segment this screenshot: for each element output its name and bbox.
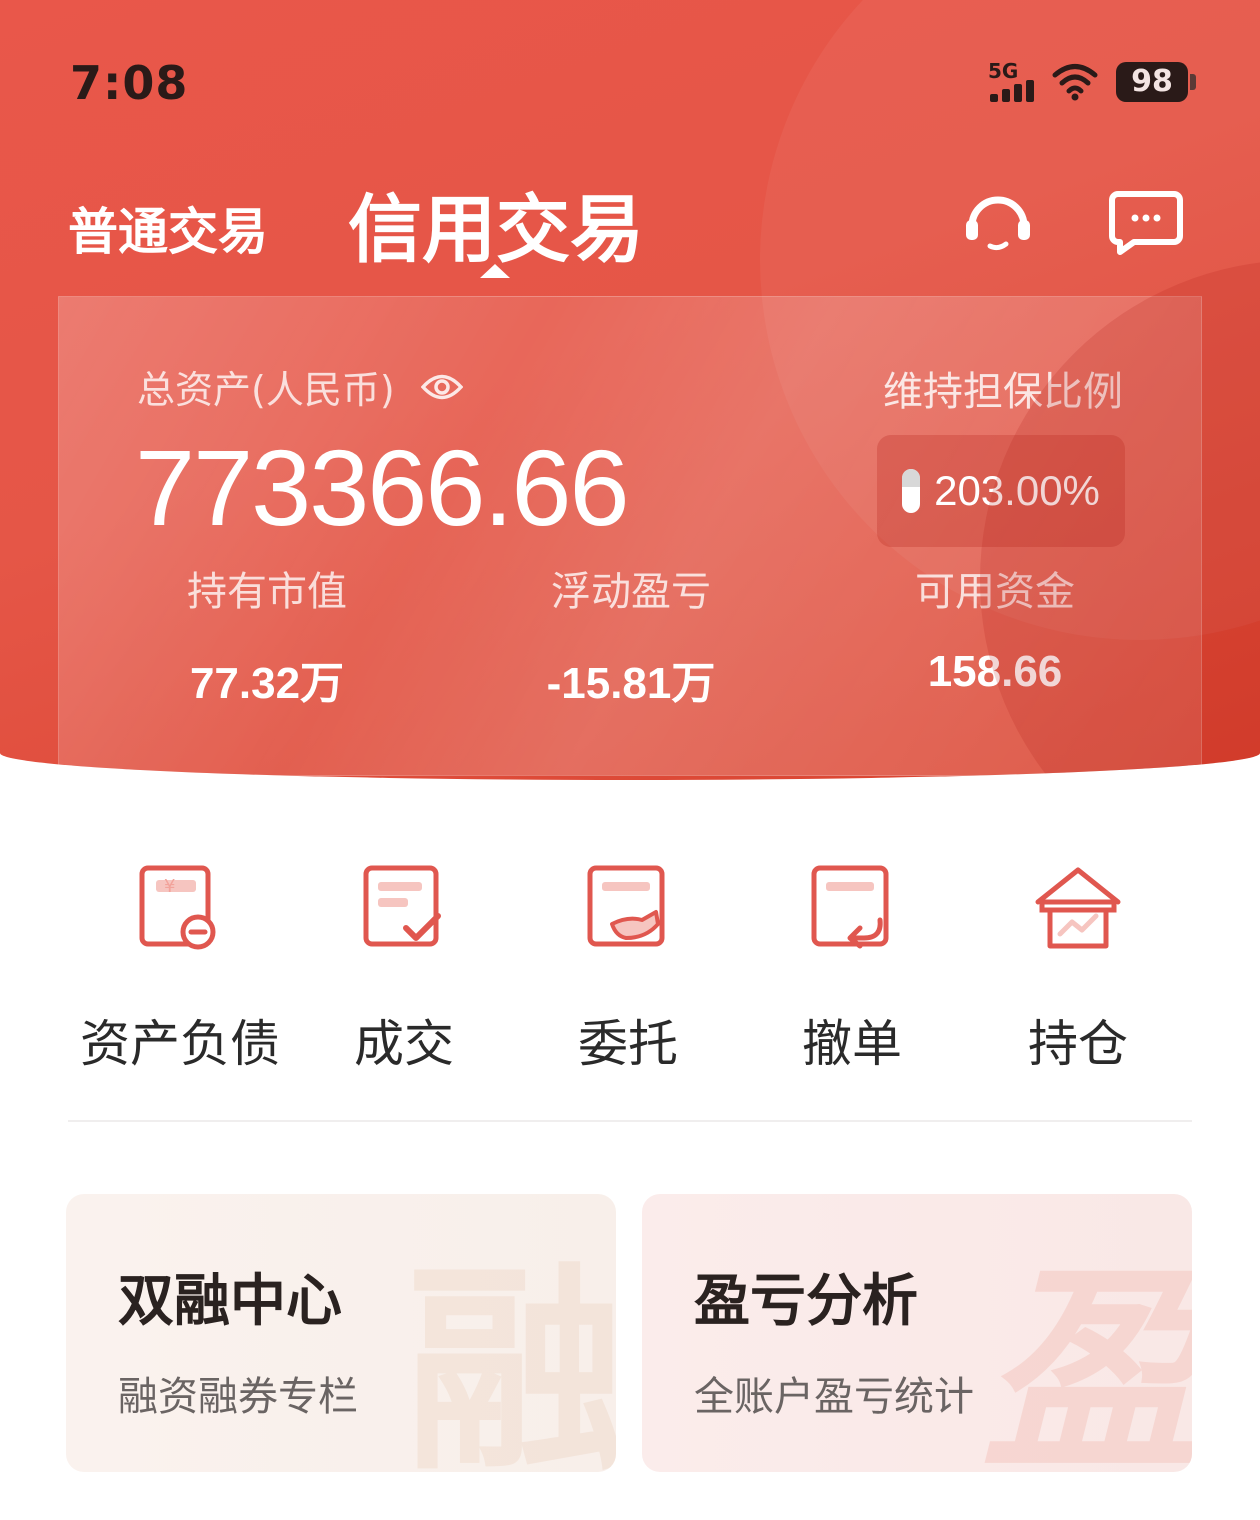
stat-available-funds[interactable]: 可用资金 158.66 xyxy=(845,559,1145,697)
network-type: 5G xyxy=(988,59,1019,83)
action-label: 持仓 xyxy=(1028,1015,1128,1073)
asset-liability-icon: ¥ xyxy=(139,865,216,950)
header-background: 7:08 5G 98 普通交易 信用交易 总资产(人民币) 773366.66 … xyxy=(0,0,1260,780)
stat-label: 浮动盈亏 xyxy=(551,569,711,615)
maintenance-ratio-box[interactable]: 203.00% xyxy=(877,435,1125,547)
action-label: 委托 xyxy=(578,1015,678,1073)
stat-value: -15.81万 xyxy=(546,659,716,708)
deal-check-icon xyxy=(363,865,441,947)
action-label: 成交 xyxy=(354,1015,454,1073)
feature-card-title: 盈亏分析 xyxy=(694,1268,918,1334)
feature-card-title: 双融中心 xyxy=(118,1268,342,1334)
stat-value: 158.66 xyxy=(927,647,1063,696)
action-deal[interactable]: 成交 xyxy=(284,862,524,1076)
tab-normal-trading[interactable]: 普通交易 xyxy=(68,192,268,264)
stat-value: 77.32万 xyxy=(189,659,345,708)
feature-card-dual-finance[interactable]: 融 双融中心 融资融券专栏 xyxy=(66,1194,616,1472)
holding-house-icon xyxy=(1035,867,1121,949)
entrust-hand-icon xyxy=(587,865,665,947)
feature-card-subtitle: 全账户盈亏统计 xyxy=(694,1374,974,1420)
maintenance-ratio-value: 203.00% xyxy=(934,467,1100,514)
action-label: 撤单 xyxy=(802,1015,902,1073)
thermometer-icon xyxy=(902,469,921,513)
stat-label: 持有市值 xyxy=(187,569,347,615)
action-label: 资产负债 xyxy=(80,1015,280,1073)
maintenance-ratio-label: 维持担保比例 xyxy=(883,369,1123,415)
feature-card-subtitle: 融资融券专栏 xyxy=(118,1374,358,1420)
tab-credit-trading[interactable]: 信用交易 xyxy=(348,170,644,277)
total-assets-label-row: 总资产(人民币) xyxy=(137,359,463,414)
total-assets-value: 773366.66 xyxy=(135,427,630,548)
action-cancel-order[interactable]: 撤单 xyxy=(732,862,972,1076)
stat-market-value[interactable]: 持有市值 77.32万 xyxy=(117,559,417,711)
section-divider xyxy=(68,1120,1192,1122)
stat-label: 可用资金 xyxy=(915,569,1075,615)
cancel-order-icon xyxy=(811,865,889,949)
action-holding[interactable]: 持仓 xyxy=(958,862,1198,1076)
action-entrust[interactable]: 委托 xyxy=(508,862,748,1076)
eye-toggle-icon[interactable] xyxy=(420,372,463,402)
active-tab-indicator xyxy=(480,264,510,278)
message-chat-icon[interactable] xyxy=(1108,186,1184,256)
action-asset-liability[interactable]: ¥ 资产负债 xyxy=(60,862,300,1076)
cellular-signal-icon: 5G xyxy=(986,59,1034,102)
status-time: 7:08 xyxy=(70,56,189,110)
battery-indicator: 98 xyxy=(1116,62,1196,102)
feature-card-pnl-analysis[interactable]: 盈 盈亏分析 全账户盈亏统计 xyxy=(642,1194,1192,1472)
asset-summary-card: 总资产(人民币) 773366.66 维持担保比例 203.00% 持有市值 7… xyxy=(58,296,1202,776)
total-assets-label: 总资产(人民币) xyxy=(137,368,395,412)
quick-actions: ¥ 资产负债 成交 委托 撤单 持仓 xyxy=(0,862,1260,1073)
watermark-glyph: 融 xyxy=(405,1241,616,1472)
wifi-icon xyxy=(1052,64,1098,101)
stat-floating-pnl[interactable]: 浮动盈亏 -15.81万 xyxy=(481,559,781,711)
svg-text:¥: ¥ xyxy=(164,876,175,897)
watermark-glyph: 盈 xyxy=(981,1241,1192,1472)
status-indicators: 5G 98 xyxy=(986,59,1196,102)
customer-service-headset-icon[interactable] xyxy=(960,186,1036,256)
